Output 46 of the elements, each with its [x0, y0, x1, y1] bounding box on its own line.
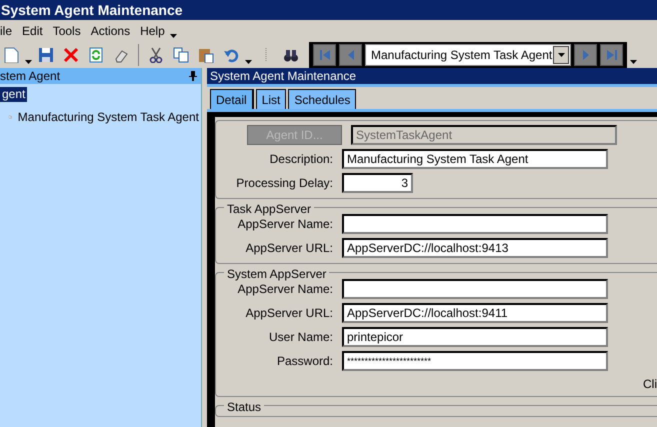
- refresh-icon[interactable]: [88, 47, 104, 63]
- text-field[interactable]: Manufacturing System Task Agent: [342, 149, 608, 169]
- tree-item[interactable]: Manufacturing System Task Agent: [16, 110, 201, 124]
- undo-icon[interactable]: [223, 47, 239, 63]
- field-label: Processing Delay:: [235, 175, 334, 192]
- text-field[interactable]: AppServerDC://localhost:9413: [342, 238, 608, 258]
- field-label: AppServer Name:: [236, 281, 334, 298]
- caret-icon[interactable]: [245, 60, 252, 64]
- help-text: Cli: [643, 376, 657, 393]
- panel-title: stem Agent: [0, 68, 60, 85]
- record-dropdown[interactable]: Manufacturing System Task Agent: [365, 44, 571, 66]
- text-field[interactable]: printepicor: [342, 327, 608, 347]
- tree-item[interactable]: gent: [0, 86, 28, 102]
- delete-icon[interactable]: [63, 47, 79, 63]
- field-label: AppServer URL:: [244, 240, 334, 257]
- scissors-icon[interactable]: [148, 47, 164, 63]
- new-document-icon[interactable]: [3, 47, 19, 63]
- pin-icon[interactable]: [189, 71, 197, 81]
- menu-item[interactable]: Actions: [86, 22, 136, 40]
- field-label: User Name:: [268, 329, 334, 346]
- text-field[interactable]: ************************: [342, 351, 608, 371]
- window-title: System Agent Maintenance: [0, 0, 657, 20]
- menu-item[interactable]: Edit: [17, 22, 48, 40]
- panel-title: System Agent Maintenance: [207, 68, 657, 87]
- tab[interactable]: List: [256, 89, 286, 109]
- dropdown-arrow-icon[interactable]: [558, 53, 564, 57]
- field-label: AppServer URL:: [244, 305, 334, 322]
- caret-icon[interactable]: [170, 34, 177, 38]
- number-field[interactable]: 3: [342, 173, 413, 193]
- text-field[interactable]: [342, 214, 608, 234]
- save-icon[interactable]: [38, 47, 54, 63]
- caret-icon[interactable]: [630, 60, 637, 64]
- tab[interactable]: Schedules: [288, 89, 356, 109]
- caret-icon[interactable]: [25, 60, 32, 64]
- text-field[interactable]: AppServerDC://localhost:9411: [342, 303, 608, 323]
- field-label: AppServer Name:: [236, 216, 334, 233]
- copy-icon[interactable]: [173, 47, 189, 63]
- menu-item[interactable]: ile: [0, 22, 18, 40]
- menu-item[interactable]: Help: [135, 22, 170, 40]
- binoculars-icon[interactable]: [283, 47, 299, 63]
- text-field[interactable]: [342, 279, 608, 299]
- tab[interactable]: Detail: [210, 89, 254, 109]
- paste-icon[interactable]: [198, 47, 214, 63]
- menu-item[interactable]: Tools: [48, 22, 86, 40]
- field-label: Description:: [268, 151, 334, 168]
- field-label: Password:: [276, 353, 334, 370]
